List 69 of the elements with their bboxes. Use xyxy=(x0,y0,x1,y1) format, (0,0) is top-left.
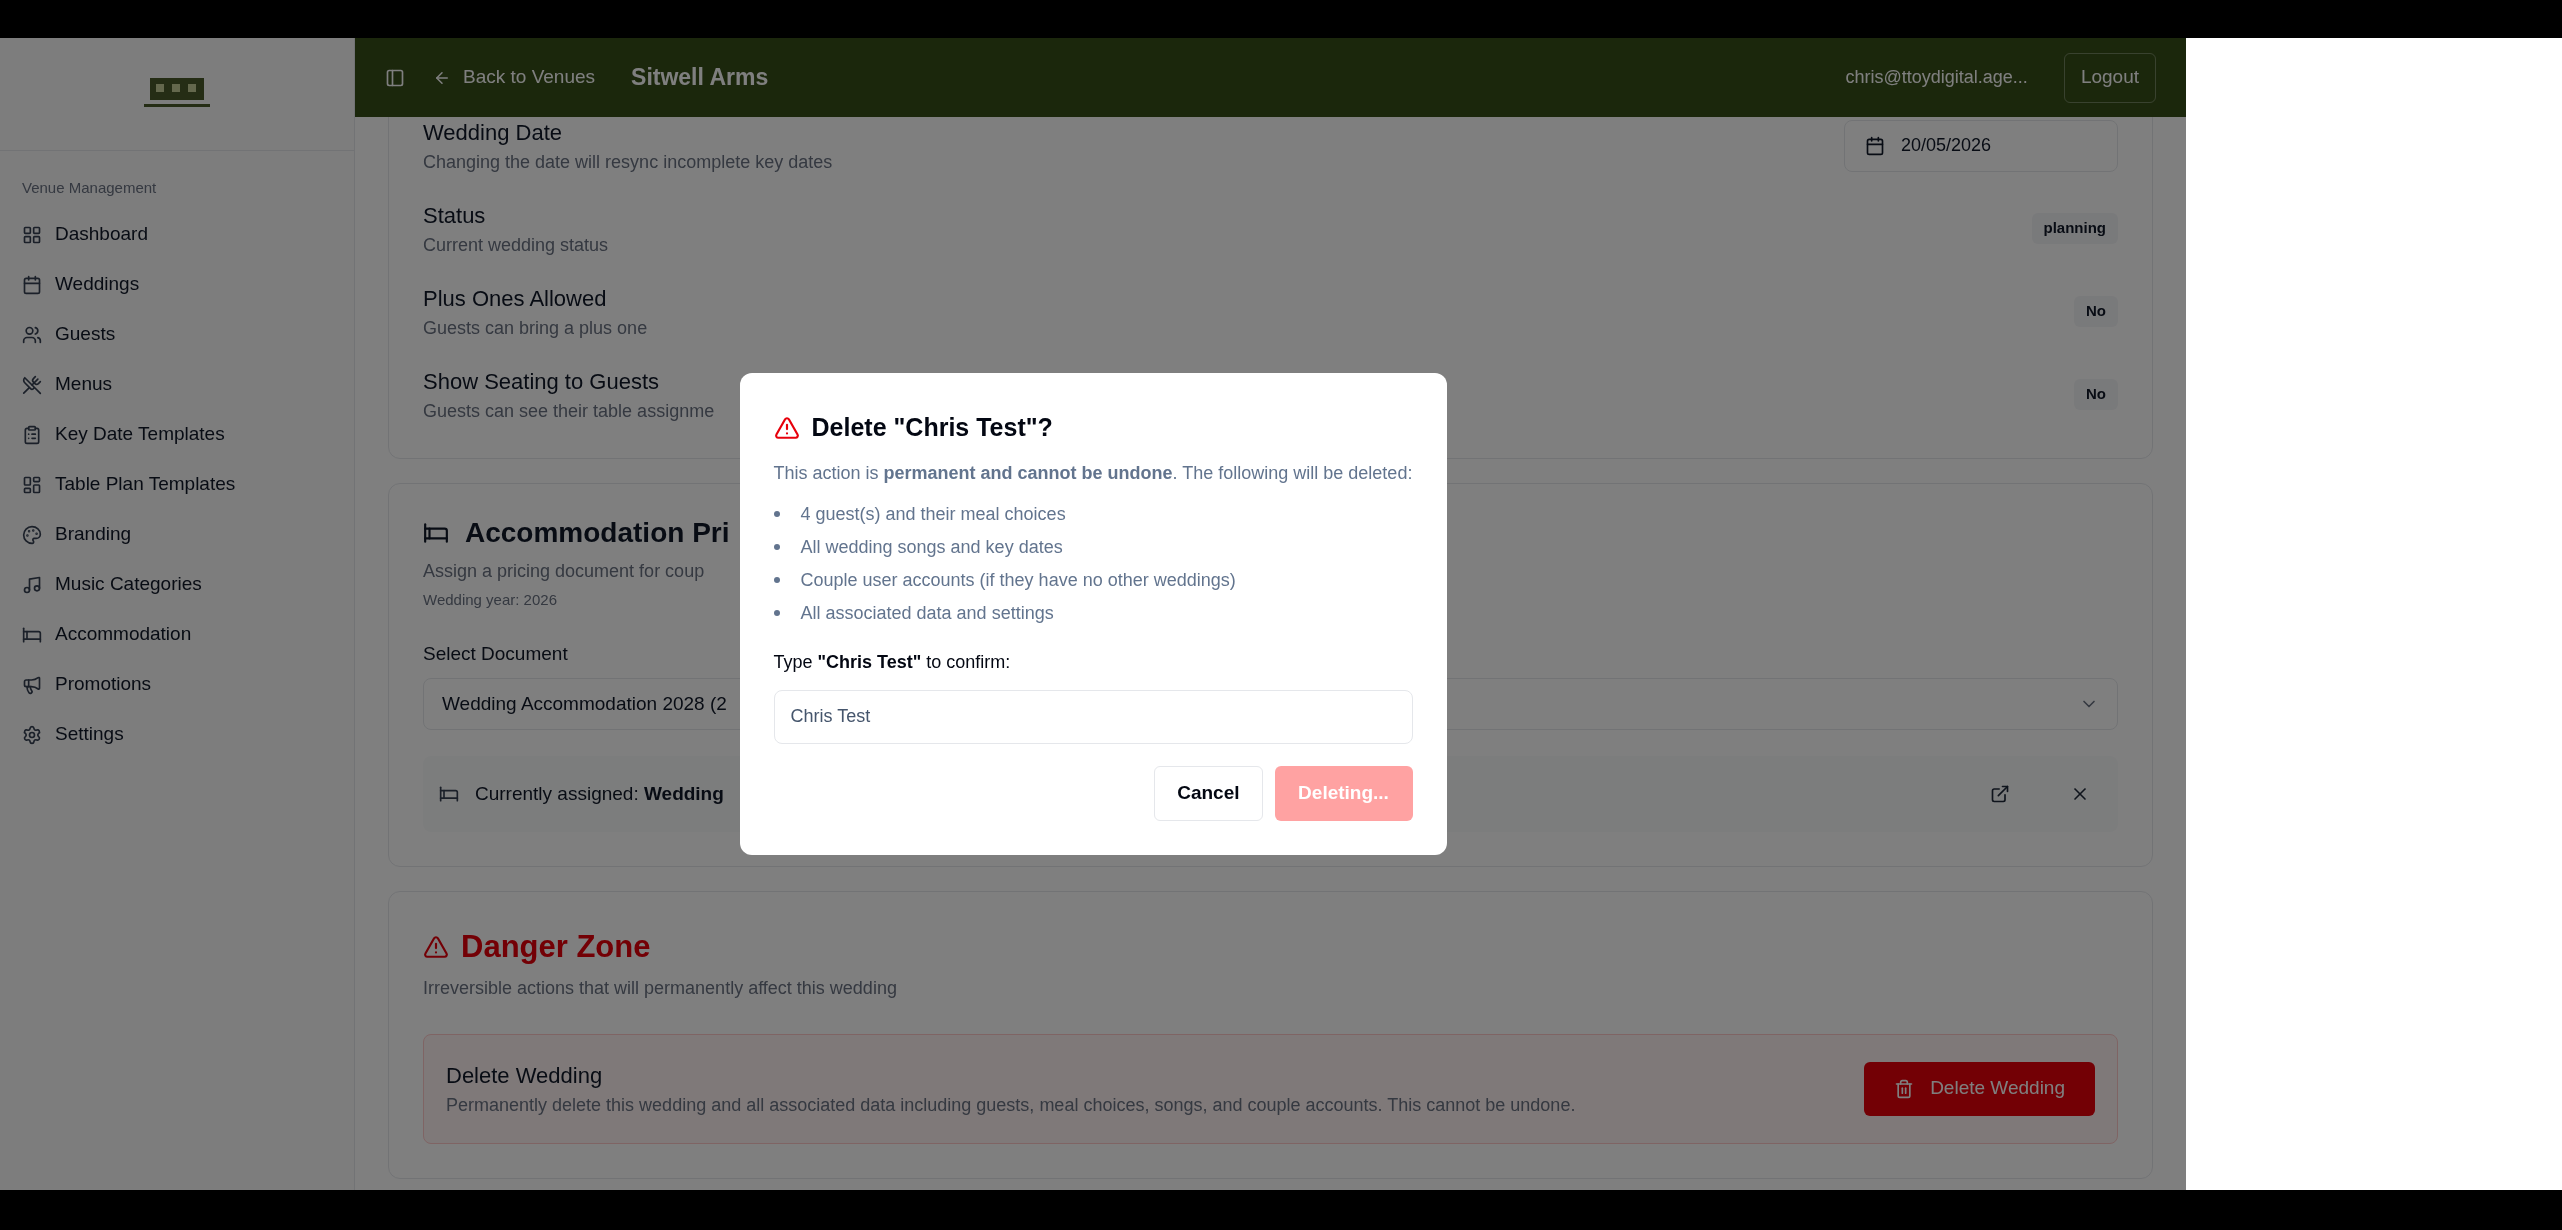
status-badge: No xyxy=(2074,379,2118,410)
user-email: chris@ttoydigital.age... xyxy=(1845,66,2028,89)
sidebar-item[interactable]: Weddings xyxy=(22,259,140,310)
field-label: Select Document xyxy=(423,641,568,666)
sidebar-item[interactable]: Key Date Templates xyxy=(22,409,225,460)
setting-title: Wedding Date xyxy=(423,118,562,147)
sidebar-toggle-icon[interactable] xyxy=(385,67,405,88)
utensils-icon xyxy=(22,374,42,395)
settings-icon xyxy=(22,724,42,745)
delete-wedding-button[interactable]: Delete Wedding xyxy=(1864,1061,2095,1116)
list-item: All associated data and settings xyxy=(800,601,1054,625)
action-title: Delete Wedding xyxy=(446,1061,604,1090)
sidebar-item[interactable]: Guests xyxy=(22,309,116,360)
bullet-icon xyxy=(773,610,780,617)
dialog-title: Delete "Chris Test"? xyxy=(811,412,1053,444)
card-title: Accommodation Pri xyxy=(465,516,730,550)
card-description: Irreversible actions that will permanently affect this wedding xyxy=(423,976,897,1000)
sidebar-item[interactable]: Branding xyxy=(22,509,132,560)
palette-icon xyxy=(22,524,42,545)
grid-icon xyxy=(22,224,42,245)
confirm-label: Type "Chris Test" to confirm: xyxy=(773,650,1012,674)
section-label: Venue Management xyxy=(22,178,157,198)
setting-title: Status xyxy=(423,201,486,230)
sidebar-item[interactable]: Music Categories xyxy=(22,559,202,610)
assigned-text: Currently assigned: Wedding xyxy=(475,781,724,806)
year-note: Wedding year: 2026 xyxy=(423,590,557,610)
megaphone-icon xyxy=(22,674,42,695)
setting-title: Show Seating to Guests xyxy=(423,367,660,396)
action-description: Permanently delete this wedding and all associated data including guests, meal choices, songs, and couple accounts. This cannot be undone. xyxy=(446,1093,1576,1117)
setting-description: Current wedding status xyxy=(423,233,609,257)
back-link[interactable]: Back to Venues xyxy=(433,63,596,92)
sidebar-item[interactable]: Table Plan Templates xyxy=(22,459,236,510)
cancel-button[interactable]: Cancel xyxy=(1154,765,1263,821)
list-item: 4 guest(s) and their meal choices xyxy=(800,502,1066,526)
calendar-icon xyxy=(1865,135,1885,156)
card-description: Assign a pricing document for coup xyxy=(423,560,705,583)
logout-button[interactable]: Logout xyxy=(2063,52,2156,103)
bullet-icon xyxy=(773,577,780,584)
card-title: Danger Zone xyxy=(461,928,651,966)
dialog-message: This action is permanent and cannot be undone. The following will be deleted: xyxy=(773,461,1413,485)
list-item: Couple user accounts (if they have no other weddings) xyxy=(800,568,1236,592)
trash-icon xyxy=(1894,1078,1915,1099)
bed-icon xyxy=(439,784,459,804)
grid-icon xyxy=(22,474,42,495)
users-icon xyxy=(22,324,42,345)
bullet-icon xyxy=(773,544,780,551)
status-badge: planning xyxy=(2031,213,2118,244)
setting-description: Guests can see their table assignme xyxy=(423,399,715,423)
setting-description: Guests can bring a plus one xyxy=(423,316,648,340)
confirm-input[interactable]: Chris Test xyxy=(773,689,1413,744)
music-icon xyxy=(22,574,42,595)
external-link-icon[interactable] xyxy=(1990,784,2010,804)
sidebar-item[interactable]: Promotions xyxy=(22,659,152,710)
setting-title: Plus Ones Allowed xyxy=(423,284,607,313)
setting-description: Changing the date will resync incomplete key dates xyxy=(423,150,833,174)
sidebar-item[interactable]: Menus xyxy=(22,359,113,410)
warning-icon xyxy=(773,415,800,441)
venue-title: Sitwell Arms xyxy=(631,63,769,93)
bullet-icon xyxy=(773,511,780,518)
sidebar-item[interactable]: Accommodation xyxy=(22,609,192,660)
bed-icon xyxy=(423,520,449,546)
list-item: All wedding songs and key dates xyxy=(800,535,1063,559)
date-field[interactable]: 20/05/2026 xyxy=(1844,119,2118,172)
calendar-icon xyxy=(22,274,42,295)
sidebar-item[interactable]: Dashboard xyxy=(22,209,148,260)
clipboard-icon xyxy=(22,424,42,445)
warning-icon xyxy=(423,934,449,961)
sidebar-item[interactable]: Settings xyxy=(22,709,124,760)
status-badge: No xyxy=(2074,296,2118,327)
